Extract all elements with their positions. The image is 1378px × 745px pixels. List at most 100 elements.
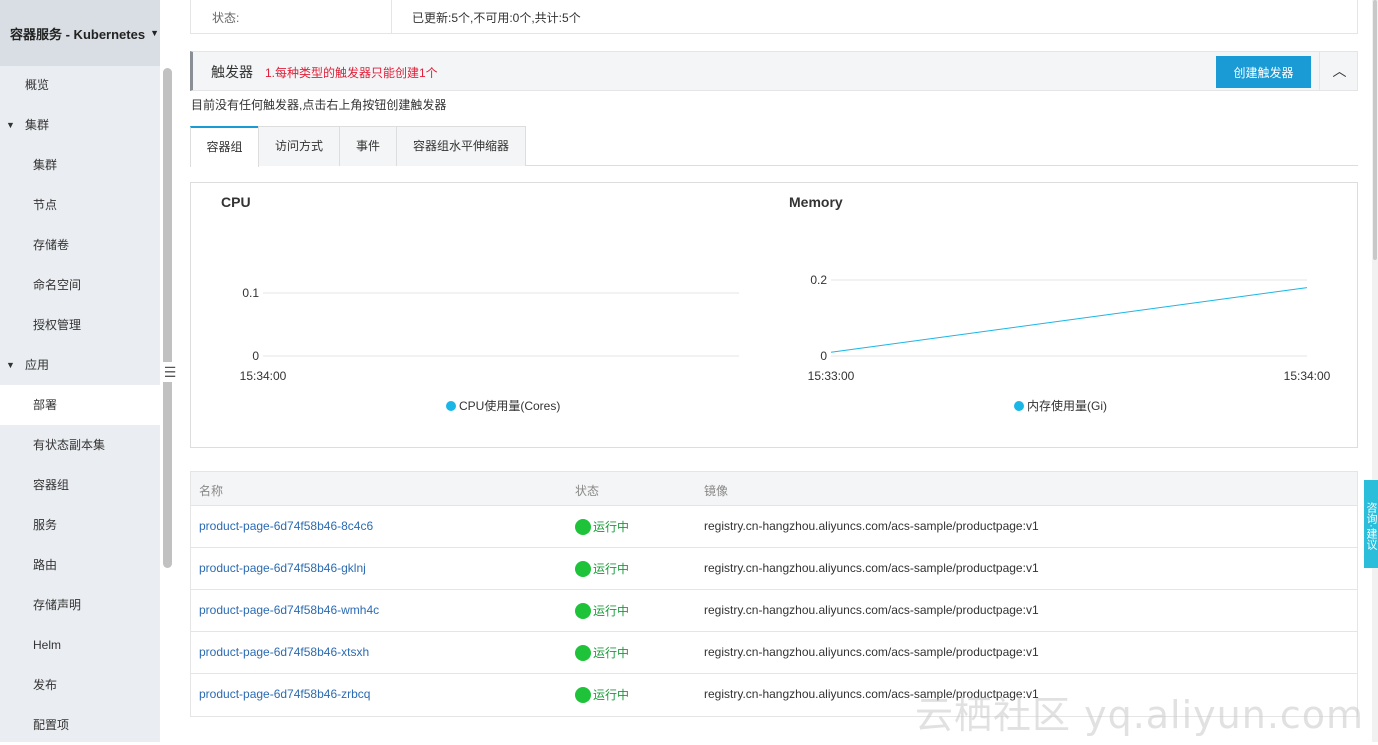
status-badge: 运行中 xyxy=(575,644,629,661)
sidebar-item-3[interactable]: 节点 xyxy=(0,185,160,225)
status-text: 运行中 xyxy=(593,646,630,660)
status-value: 已更新:5个,不可用:0个,共计:5个 xyxy=(412,11,581,25)
caret-down-icon: ▼ xyxy=(150,28,159,38)
sidebar-item-14[interactable]: Helm xyxy=(0,625,160,665)
pod-name-link[interactable]: product-page-6d74f58b46-wmh4c xyxy=(199,603,379,617)
status-row: 状态: 已更新:5个,不可用:0个,共计:5个 xyxy=(190,0,1358,34)
sidebar-item-label: 应用 xyxy=(25,358,50,372)
memory-series-line xyxy=(830,287,1308,353)
sidebar-item-12[interactable]: 路由 xyxy=(0,545,160,585)
pod-name-link[interactable]: product-page-6d74f58b46-gklnj xyxy=(199,561,366,575)
status-text: 运行中 xyxy=(593,688,630,702)
sidebar-item-label: 部署 xyxy=(33,398,58,412)
running-dot-icon xyxy=(575,686,591,703)
table-row: product-page-6d74f58b46-8c4c6 运行中 registry… xyxy=(191,506,1357,548)
triangle-down-icon: ▼ xyxy=(6,360,15,370)
y-tick-label: 0 xyxy=(820,349,827,363)
sidebar-item-label: 存储声明 xyxy=(33,598,82,612)
sidebar-item-label: 容器组 xyxy=(33,478,70,492)
product-title: 容器服务 - Kubernetes xyxy=(10,26,146,42)
sidebar-item-label: 配置项 xyxy=(33,718,70,732)
sidebar-item-label: 发布 xyxy=(33,678,58,692)
sidebar-group-1[interactable]: ▼ 集群 xyxy=(0,105,160,145)
sidebar-item-label: 节点 xyxy=(33,198,58,212)
x-tick-label: 15:33:00 xyxy=(808,369,855,383)
trigger-note: 1.每种类型的触发器只能创建1个 xyxy=(265,66,438,80)
image-text: registry.cn-hangzhou.aliyuncs.com/acs-sa… xyxy=(704,645,1039,659)
charts-svg: 0 0.1 15:34:00 CPU使用量(Cores) 0 0.2 15:33:00 15:… xyxy=(240,273,1331,413)
image-text: registry.cn-hangzhou.aliyuncs.com/acs-sa… xyxy=(704,603,1039,617)
product-switcher[interactable]: 容器服务 - Kubernetes ▼ xyxy=(0,0,160,66)
legend-label: CPU使用量(Cores) xyxy=(459,398,560,413)
sidebar-item-label: Helm xyxy=(33,638,62,652)
status-text: 运行中 xyxy=(593,520,630,534)
page-scrollbar[interactable] xyxy=(1373,0,1377,260)
status-text: 运行中 xyxy=(593,604,630,618)
table-row: product-page-6d74f58b46-wmh4c 运行中 registry… xyxy=(191,590,1357,632)
pod-name-link[interactable]: product-page-6d74f58b46-xtsxh xyxy=(199,645,369,659)
running-dot-icon xyxy=(575,518,591,535)
tab-bar: 容器组 访问方式 事件 容器组水平伸缩器 xyxy=(190,126,1358,167)
sidebar-toggle-icon[interactable]: ☰ xyxy=(163,362,177,382)
running-dot-icon xyxy=(575,602,591,619)
tab-hpa[interactable]: 容器组水平伸缩器 xyxy=(396,126,526,166)
chevron-up-icon[interactable]: ︿ xyxy=(1319,52,1359,90)
tab-pods[interactable]: 容器组 xyxy=(190,126,259,167)
sidebar-item-label: 命名空间 xyxy=(33,278,82,292)
sidebar-item-label: 路由 xyxy=(33,558,58,572)
sidebar-item-10[interactable]: 容器组 xyxy=(0,465,160,505)
sidebar-item-15[interactable]: 发布 xyxy=(0,665,160,705)
image-text: registry.cn-hangzhou.aliyuncs.com/acs-sa… xyxy=(704,519,1039,533)
sidebar-item-2[interactable]: 集群 xyxy=(0,145,160,185)
sidebar-item-11[interactable]: 服务 xyxy=(0,505,160,545)
sidebar-item-label: 集群 xyxy=(25,118,50,132)
sidebar-item-5[interactable]: 命名空间 xyxy=(0,265,160,305)
create-trigger-button[interactable]: 创建触发器 xyxy=(1216,56,1311,88)
status-badge: 运行中 xyxy=(575,560,629,577)
status-text: 运行中 xyxy=(593,562,630,576)
col-image-header: 镜像 xyxy=(704,484,729,498)
status-badge: 运行中 xyxy=(575,602,629,619)
sidebar-item-label: 存储卷 xyxy=(33,238,70,252)
sidebar-item-6[interactable]: 授权管理 xyxy=(0,305,160,345)
sidebar-item-4[interactable]: 存储卷 xyxy=(0,225,160,265)
col-status-header: 状态 xyxy=(575,484,600,498)
pod-table: 名称 状态 镜像 product-page-6d74f58b46-8c4c6 运行… xyxy=(190,471,1358,717)
y-tick-label: 0.2 xyxy=(810,273,827,287)
sidebar-item-16[interactable]: 配置项 xyxy=(0,705,160,745)
tab-events[interactable]: 事件 xyxy=(339,126,397,166)
x-tick-label: 15:34:00 xyxy=(240,369,287,383)
table-row: product-page-6d74f58b46-gklnj 运行中 registry… xyxy=(191,548,1357,590)
legend-label: 内存使用量(Gi) xyxy=(1027,398,1107,413)
col-name-header: 名称 xyxy=(199,484,224,498)
sidebar-item-9[interactable]: 有状态副本集 xyxy=(0,425,160,465)
status-badge: 运行中 xyxy=(575,686,629,703)
watermark: 云栖社区 yq.aliyun.com xyxy=(915,693,1365,737)
tab-access[interactable]: 访问方式 xyxy=(258,126,340,166)
triangle-down-icon: ▼ xyxy=(6,120,15,130)
feedback-button[interactable]: 咨询·建议 xyxy=(1364,480,1378,568)
table-row: product-page-6d74f58b46-xtsxh 运行中 registry… xyxy=(191,632,1357,674)
trigger-title: 触发器 xyxy=(211,64,253,80)
charts-panel: CPU Memory 0 0.1 15:34:00 CPU使用量(Cores) 0 0.2… xyxy=(190,182,1358,448)
sidebar-scrollbar[interactable] xyxy=(163,68,172,568)
pod-name-link[interactable]: product-page-6d74f58b46-zrbcq xyxy=(199,687,370,701)
running-dot-icon xyxy=(575,560,591,577)
divider xyxy=(391,0,392,34)
table-header: 名称 状态 镜像 xyxy=(191,472,1357,506)
sidebar-item-0[interactable]: 概览 xyxy=(0,65,160,105)
y-tick-label: 0.1 xyxy=(242,286,259,300)
legend-dot-icon xyxy=(446,401,456,411)
pod-name-link[interactable]: product-page-6d74f58b46-8c4c6 xyxy=(199,519,373,533)
sidebar-item-label: 集群 xyxy=(33,158,58,172)
sidebar-item-label: 服务 xyxy=(33,518,58,532)
status-badge: 运行中 xyxy=(575,518,629,535)
sidebar-item-13[interactable]: 存储声明 xyxy=(0,585,160,625)
sidebar-item-label: 有状态副本集 xyxy=(33,438,106,452)
sidebar-item-8[interactable]: 部署 xyxy=(0,385,160,425)
trigger-empty-text: 目前没有任何触发器,点击右上角按钮创建触发器 xyxy=(191,98,447,112)
sidebar-group-7[interactable]: ▼ 应用 xyxy=(0,345,160,385)
sidebar-item-label: 概览 xyxy=(25,78,50,92)
x-tick-label: 15:34:00 xyxy=(1284,369,1331,383)
status-label: 状态: xyxy=(212,11,240,25)
